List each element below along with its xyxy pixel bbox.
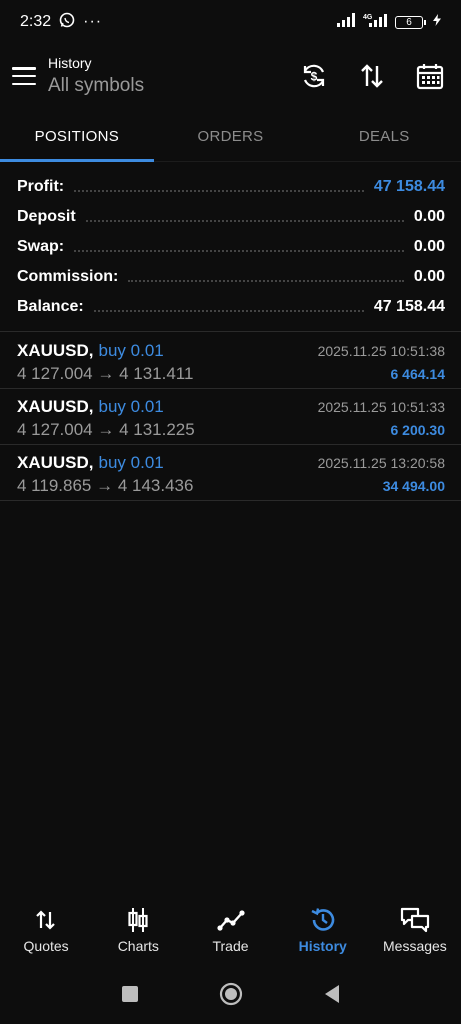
profit-label: Profit: — [17, 178, 65, 195]
commission-value: 0.00 — [413, 268, 445, 285]
swap-value: 0.00 — [413, 238, 445, 255]
position-symbol: XAUUSD, — [17, 453, 94, 472]
nav-charts[interactable]: Charts — [92, 906, 184, 968]
summary-divider — [0, 331, 461, 332]
status-time: 2:32 — [20, 13, 52, 30]
position-prices: 4 119.865 → 4 143.436 — [17, 476, 194, 495]
nav-label: Charts — [117, 938, 159, 954]
nav-label: Trade — [212, 938, 249, 954]
nav-label: Quotes — [23, 938, 69, 954]
position-symbol: XAUUSD, — [17, 397, 94, 416]
symbol-filter[interactable]: All symbols — [48, 75, 144, 97]
trade-line-icon — [216, 906, 245, 934]
nav-history[interactable]: History — [277, 906, 369, 968]
position-side: buy 0.01 — [98, 341, 164, 360]
currency-refresh-icon[interactable]: $ — [299, 61, 329, 91]
quotes-arrows-icon — [34, 906, 58, 934]
balance-value: 47 158.44 — [373, 298, 445, 315]
nav-messages[interactable]: Messages — [369, 906, 461, 968]
menu-icon[interactable] — [12, 67, 36, 85]
svg-text:$: $ — [311, 70, 318, 84]
nav-trade[interactable]: Trade — [184, 906, 276, 968]
signal-4g-icon: 4G — [363, 12, 389, 33]
swap-label: Swap: — [17, 238, 65, 255]
nav-quotes[interactable]: Quotes — [0, 906, 92, 968]
position-profit: 34 494.00 — [382, 478, 445, 494]
position-side: buy 0.01 — [98, 453, 164, 472]
back-button[interactable] — [323, 984, 341, 1009]
profit-value: 47 158.44 — [373, 178, 445, 195]
history-clock-icon — [309, 906, 337, 934]
battery-icon: 6 — [395, 15, 426, 29]
signal-icon — [337, 12, 357, 32]
position-date: 2025.11.25 10:51:38 — [317, 343, 445, 359]
leader-dots — [85, 220, 404, 222]
bottom-nav: Quotes Charts Trade History Messages — [0, 906, 461, 968]
deposit-label: Deposit — [17, 208, 76, 225]
home-button[interactable] — [219, 982, 243, 1011]
calendar-icon[interactable] — [415, 61, 445, 91]
system-nav-bar — [0, 976, 461, 1016]
leader-dots — [128, 280, 404, 282]
position-profit: 6 200.30 — [390, 422, 446, 438]
app-header: History All symbols $ — [0, 44, 461, 108]
position-row[interactable]: XAUUSD, buy 0.01 2025.11.25 10:51:33 4 1… — [0, 389, 461, 445]
whatsapp-icon — [59, 12, 75, 33]
summary-balance-row: Balance: 47 158.44 — [17, 292, 445, 322]
balance-label: Balance: — [17, 298, 84, 315]
svg-text:4G: 4G — [363, 14, 373, 21]
position-side: buy 0.01 — [98, 397, 164, 416]
tab-orders[interactable]: ORDERS — [154, 112, 308, 161]
sort-icon[interactable] — [357, 61, 387, 91]
more-notifications-icon: ··· — [83, 13, 103, 30]
leader-dots — [74, 250, 404, 252]
position-date: 2025.11.25 13:20:58 — [317, 455, 445, 471]
chat-bubbles-icon — [400, 906, 430, 934]
page-title: History — [48, 55, 92, 71]
leader-dots — [93, 310, 364, 312]
status-bar: 2:32 ··· 4G 6 — [0, 0, 461, 44]
recent-apps-button[interactable] — [121, 985, 139, 1008]
deposit-value: 0.00 — [413, 208, 445, 225]
leader-dots — [74, 190, 364, 192]
tab-positions[interactable]: POSITIONS — [0, 112, 154, 162]
position-row[interactable]: XAUUSD, buy 0.01 2025.11.25 10:51:38 4 1… — [0, 333, 461, 389]
position-date: 2025.11.25 10:51:33 — [317, 399, 445, 415]
nav-label: History — [298, 938, 347, 954]
candlestick-icon — [126, 906, 150, 934]
position-prices: 4 127.004 → 4 131.411 — [17, 364, 194, 383]
position-symbol: XAUUSD, — [17, 341, 94, 360]
summary-swap-row: Swap: 0.00 — [17, 232, 445, 262]
summary-deposit-row: Deposit 0.00 — [17, 202, 445, 232]
account-summary: Profit: 47 158.44 Deposit 0.00 Swap: 0.0… — [17, 172, 445, 322]
nav-label: Messages — [383, 938, 447, 954]
position-row[interactable]: XAUUSD, buy 0.01 2025.11.25 13:20:58 4 1… — [0, 445, 461, 501]
history-tabs: POSITIONS ORDERS DEALS — [0, 112, 461, 162]
position-profit: 6 464.14 — [390, 366, 446, 382]
charging-icon — [433, 13, 441, 31]
summary-commission-row: Commission: 0.00 — [17, 262, 445, 292]
commission-label: Commission: — [17, 268, 119, 285]
tab-deals[interactable]: DEALS — [307, 112, 461, 161]
position-prices: 4 127.004 → 4 131.225 — [17, 420, 195, 439]
positions-list: XAUUSD, buy 0.01 2025.11.25 10:51:38 4 1… — [0, 333, 461, 501]
summary-profit-row: Profit: 47 158.44 — [17, 172, 445, 202]
